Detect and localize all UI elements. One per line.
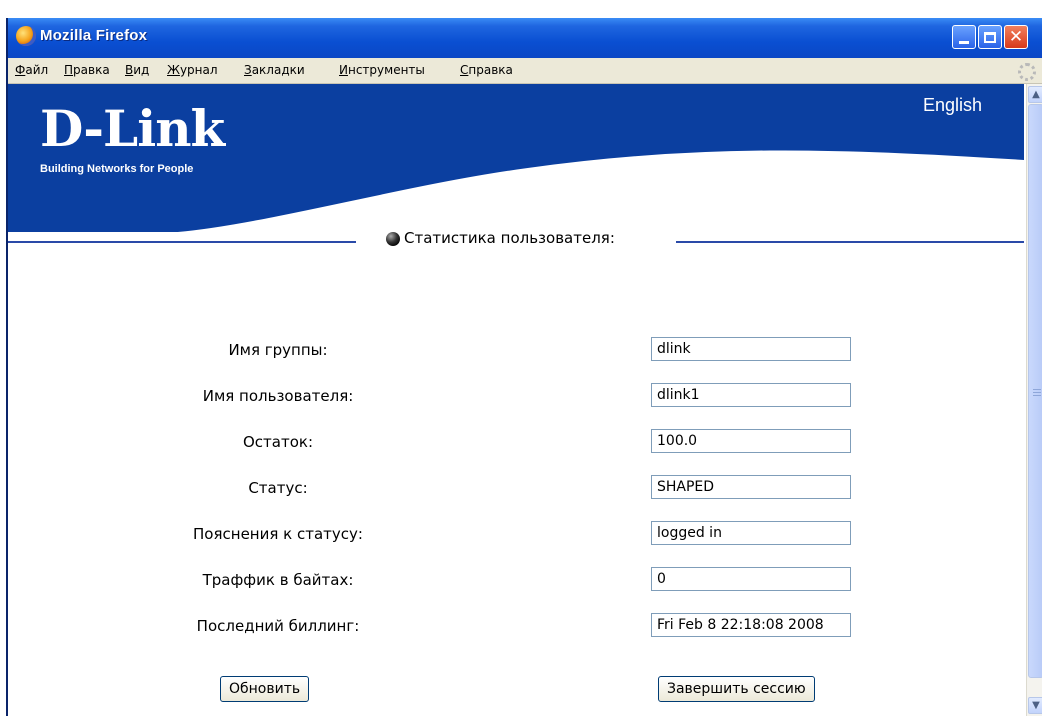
scroll-down-arrow-icon[interactable]: ▼ xyxy=(1028,697,1042,714)
menu-edit-accel: П xyxy=(64,63,74,77)
title-bar[interactable]: Mozilla Firefox ✕ xyxy=(8,18,1042,58)
window-title: Mozilla Firefox xyxy=(40,27,148,44)
group-name-label: Имя группы: xyxy=(228,341,328,359)
bullet-ball-icon xyxy=(386,232,400,246)
menu-help-label: правка xyxy=(468,63,513,77)
menu-file[interactable]: Файл xyxy=(15,63,48,77)
menu-bar: Файл Правка Вид Журнал Закладки Инструме… xyxy=(8,58,1042,84)
refresh-button[interactable]: Обновить xyxy=(220,676,310,702)
menu-history-label: урнал xyxy=(179,63,218,77)
top-strip xyxy=(0,0,1042,20)
status-note-label: Пояснения к статусу: xyxy=(193,525,363,543)
menu-tools-accel: И xyxy=(339,63,348,77)
balance-field[interactable]: 100.0 xyxy=(651,429,851,453)
username-field[interactable]: dlink1 xyxy=(651,383,851,407)
menu-history[interactable]: Журнал xyxy=(167,63,218,77)
thumb-grip xyxy=(1033,392,1041,393)
menu-bookmarks-label: акладки xyxy=(251,63,305,77)
vertical-scrollbar[interactable]: ▲ ▼ xyxy=(1026,84,1042,716)
menu-history-accel: Ж xyxy=(167,63,180,77)
last-billing-field[interactable]: Fri Feb 8 22:18:08 2008 xyxy=(651,613,851,637)
thumb-grip xyxy=(1033,389,1041,390)
traffic-bytes-field[interactable]: 0 xyxy=(651,567,851,591)
section-divider-left xyxy=(8,241,356,243)
section-divider-right xyxy=(676,241,1024,243)
last-billing-label: Последний биллинг: xyxy=(196,617,360,635)
end-session-button[interactable]: Завершить сессию xyxy=(658,676,815,702)
language-link[interactable]: English xyxy=(923,95,982,116)
scroll-up-arrow-icon[interactable]: ▲ xyxy=(1028,86,1042,103)
minimize-button[interactable] xyxy=(952,25,976,49)
maximize-button[interactable] xyxy=(978,25,1002,49)
status-label: Статус: xyxy=(248,479,308,497)
minimize-icon xyxy=(959,40,969,44)
section-title: Статистика пользователя: xyxy=(404,229,615,247)
menu-view-accel: В xyxy=(125,63,134,77)
page-content: D-Link Building Networks for People Engl… xyxy=(8,84,1024,716)
traffic-bytes-label: Траффик в байтах: xyxy=(202,571,354,589)
menu-tools-label: нструменты xyxy=(347,63,425,77)
menu-tools[interactable]: Инструменты xyxy=(339,63,425,77)
status-note-field[interactable]: logged in xyxy=(651,521,851,545)
group-name-field[interactable]: dlink xyxy=(651,337,851,361)
brand-tagline: Building Networks for People xyxy=(40,163,194,175)
status-field[interactable]: SHAPED xyxy=(651,475,851,499)
browser-window: Mozilla Firefox ✕ Файл Правка Вид Журнал… xyxy=(6,18,1042,716)
menu-help[interactable]: Справка xyxy=(460,63,513,77)
loading-throbber-icon xyxy=(1018,63,1036,81)
dlink-logo: D-Link xyxy=(40,99,225,158)
close-button[interactable]: ✕ xyxy=(1004,25,1028,49)
menu-bookmarks-accel: З xyxy=(244,63,252,77)
maximize-icon xyxy=(984,31,996,43)
thumb-grip xyxy=(1033,395,1041,396)
scroll-thumb[interactable] xyxy=(1028,104,1042,678)
username-label: Имя пользователя: xyxy=(202,387,354,405)
menu-view[interactable]: Вид xyxy=(125,63,149,77)
menu-file-label: айл xyxy=(25,63,49,77)
close-icon: ✕ xyxy=(1008,26,1024,47)
menu-edit[interactable]: Правка xyxy=(64,63,110,77)
menu-file-accel: Ф xyxy=(15,63,26,77)
balance-label: Остаток: xyxy=(242,433,313,451)
firefox-logo-icon xyxy=(16,26,36,46)
menu-edit-label: равка xyxy=(73,63,110,77)
menu-view-label: ид xyxy=(133,63,150,77)
menu-bookmarks[interactable]: Закладки xyxy=(244,63,305,77)
